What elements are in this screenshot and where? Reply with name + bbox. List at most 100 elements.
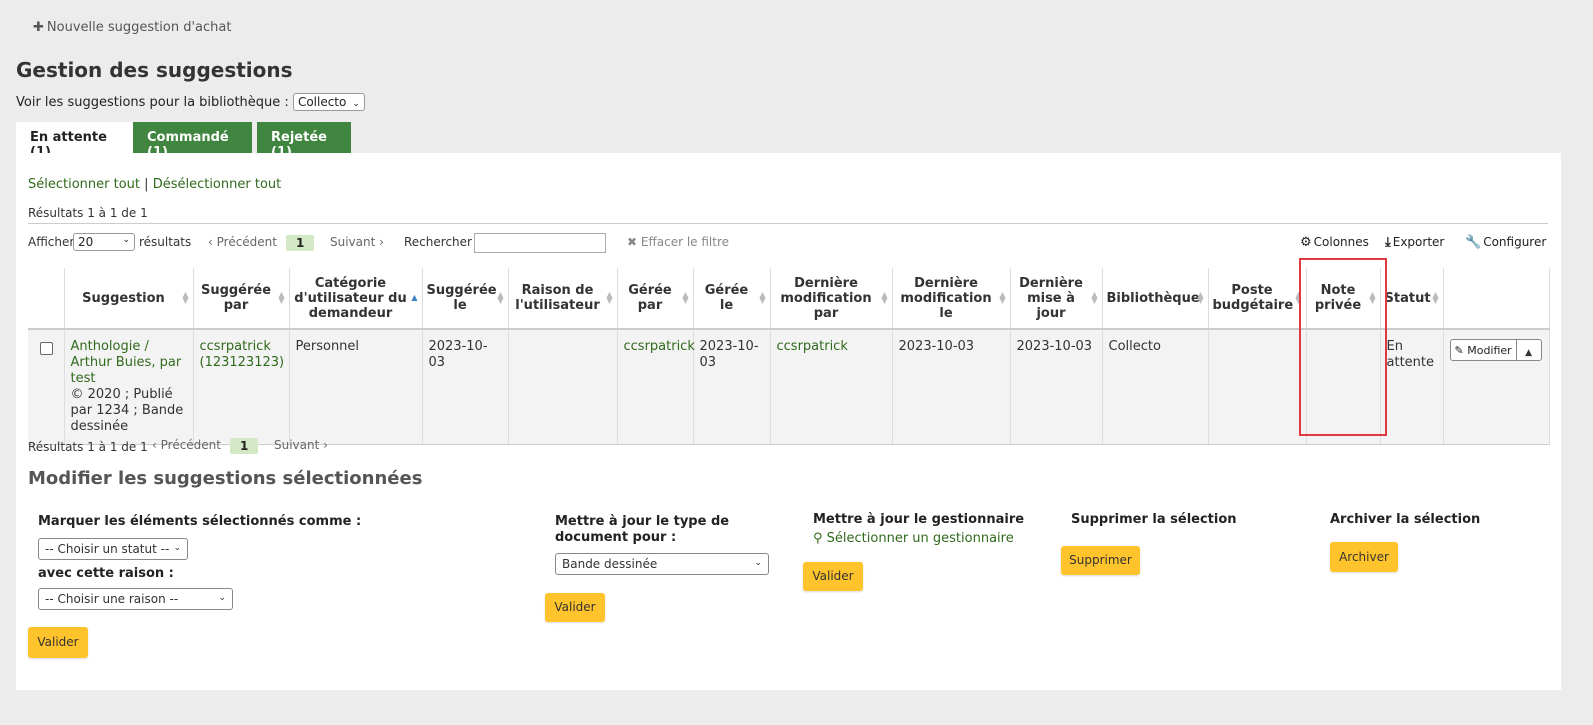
mark-as-label: Marquer les éléments sélectionnés comme … xyxy=(38,514,362,529)
column-header[interactable]: Note privée ▲ ▼ xyxy=(1306,268,1381,330)
budget-cell xyxy=(1208,329,1307,445)
private-note-cell xyxy=(1306,329,1381,445)
sort-ascending-icon: ▲ xyxy=(411,293,418,302)
new-suggestion-button[interactable]: ✚ Nouvelle suggestion d'achat xyxy=(33,20,231,35)
selection-links: Sélectionner tout | Désélectionner tout xyxy=(28,177,282,192)
caret-up-icon: ▲ xyxy=(1525,348,1533,358)
actions-cell: ✎ Modifier ▲ xyxy=(1443,329,1550,445)
download-icon: ⤓ xyxy=(1385,235,1391,250)
configure-button[interactable]: 🔧 Configurer xyxy=(1465,235,1546,250)
delete-label: Supprimer la sélection xyxy=(1071,512,1237,527)
gear-icon: ⚙ xyxy=(1300,235,1312,250)
column-header[interactable]: Catégorie d'utilisateur du demandeur ▲ xyxy=(289,268,423,330)
table-row: Anthologie / Arthur Buies, par test © 202… xyxy=(28,329,1550,445)
chevron-down-icon: ⌄ xyxy=(173,543,181,553)
delete-button[interactable]: Supprimer xyxy=(1061,546,1140,575)
column-header-actions xyxy=(1443,268,1550,330)
page-1-button[interactable]: 1 xyxy=(286,235,315,251)
sort-icon: ▲ ▼ xyxy=(682,290,689,305)
archive-button[interactable]: Archiver xyxy=(1330,542,1398,572)
validate-status-button[interactable]: Valider xyxy=(28,627,88,658)
suggested-on-cell: 2023-10-03 xyxy=(422,329,509,445)
last-modified-on-cell: 2023-10-03 xyxy=(892,329,1011,445)
previous-page-button[interactable]: ‹ Précédent xyxy=(208,235,277,249)
sort-icon: ▲ ▼ xyxy=(497,290,504,305)
column-header[interactable]: Dernière modification par ▲ ▼ xyxy=(770,268,893,330)
edit-button-group: ✎ Modifier ▲ xyxy=(1449,339,1542,361)
suggestion-cell: Anthologie / Arthur Buies, par test © 202… xyxy=(64,329,194,445)
last-modified-by-cell: ccsrpatrick xyxy=(770,329,893,445)
managed-by-link[interactable]: ccsrpatrick xyxy=(624,339,695,354)
close-icon: ✖ xyxy=(627,235,638,249)
last-modified-by-link[interactable]: ccsrpatrick xyxy=(777,339,848,354)
manager-label: Mettre à jour le gestionnaire xyxy=(813,512,1025,527)
results-label: résultats xyxy=(139,235,192,249)
column-header[interactable]: Statut ▲ ▼ xyxy=(1380,268,1444,330)
search-input[interactable] xyxy=(474,233,606,253)
column-header[interactable]: Dernière modification le ▲ ▼ xyxy=(892,268,1011,330)
search-label: Rechercher : xyxy=(404,235,480,249)
pencil-icon: ✎ xyxy=(1454,344,1464,357)
category-cell: Personnel xyxy=(289,329,423,445)
page-1-button-bottom[interactable]: 1 xyxy=(230,438,259,454)
select-all-link[interactable]: Sélectionner tout xyxy=(28,177,140,192)
chevron-down-icon: ⌄ xyxy=(754,558,762,568)
library-select[interactable]: Collecto ⌄ xyxy=(292,93,365,111)
page-size-select[interactable]: 20 ⌄ xyxy=(73,233,135,251)
edit-button[interactable]: ✎ Modifier xyxy=(1451,340,1517,360)
reason-select[interactable]: -- Choisir une raison -- ⌄ xyxy=(38,588,233,610)
column-header[interactable]: Dernière mise à jour ▲ ▼ xyxy=(1010,268,1103,330)
managed-by-cell: ccsrpatrick xyxy=(617,329,695,445)
column-header-select xyxy=(28,268,65,330)
status-cell: En attente xyxy=(1380,329,1444,445)
tab-rejected[interactable]: Rejetée (1) xyxy=(257,122,351,160)
previous-page-button-bottom[interactable]: ‹ Précédent xyxy=(152,438,221,452)
sort-icon: ▲ ▼ xyxy=(1432,290,1439,305)
show-label: Afficher xyxy=(28,235,75,249)
chevron-down-icon: ⌄ xyxy=(218,593,226,603)
status-select[interactable]: -- Choisir un statut -- ⌄ xyxy=(38,538,188,560)
bulk-edit-title: Modifier les suggestions sélectionnées xyxy=(28,468,423,489)
column-header[interactable]: Bibliothèque ▲ ▼ xyxy=(1102,268,1209,330)
select-manager-link[interactable]: ⚲ Sélectionner un gestionnaire xyxy=(813,531,1014,546)
sort-icon: ▲ ▼ xyxy=(1091,290,1098,305)
column-header[interactable]: Raison de l'utilisateur ▲ ▼ xyxy=(508,268,618,330)
suggestions-table: Suggestion ▲ ▼ Suggérée par ▲ ▼ Catégorie d'… xyxy=(28,268,1550,445)
library-cell: Collecto xyxy=(1102,329,1209,445)
suggestion-title-link[interactable]: Anthologie / Arthur Buies, par test xyxy=(71,339,182,386)
suggestions-panel: Sélectionner tout | Désélectionner tout … xyxy=(16,153,1561,690)
row-checkbox[interactable] xyxy=(40,342,53,355)
sort-icon: ▲ ▼ xyxy=(606,290,613,305)
column-header[interactable]: Suggérée le ▲ ▼ xyxy=(422,268,509,330)
actions-dropdown-button[interactable]: ▲ xyxy=(1517,340,1541,360)
row-select-cell xyxy=(28,329,65,445)
chevron-down-icon: ⌄ xyxy=(122,235,130,245)
column-header[interactable]: Poste budgétaire ▲ ▼ xyxy=(1208,268,1307,330)
plus-icon: ✚ xyxy=(33,20,44,35)
last-update-cell: 2023-10-03 xyxy=(1010,329,1103,445)
divider xyxy=(28,223,1548,224)
validate-manager-button[interactable]: Valider xyxy=(803,562,863,591)
columns-button[interactable]: ⚙ Colonnes xyxy=(1300,235,1369,250)
doc-type-label: Mettre à jour le type de document pour : xyxy=(555,514,730,545)
suggested-by-link[interactable]: ccsrpatrick (123123123) xyxy=(200,339,285,370)
library-filter: Voir les suggestions pour la bibliothèqu… xyxy=(16,93,365,111)
column-header[interactable]: Gérée le ▲ ▼ xyxy=(693,268,771,330)
export-button[interactable]: ⤓ Exporter xyxy=(1385,235,1444,250)
table-toolbar: Afficher 20 ⌄ résultats ‹ Précédent 1 Sui… xyxy=(28,233,1548,255)
column-header[interactable]: Gérée par ▲ ▼ xyxy=(617,268,694,330)
sort-icon: ▲ ▼ xyxy=(1369,290,1376,305)
results-info-bottom: Résultats 1 à 1 de 1 xyxy=(28,440,148,454)
next-page-button[interactable]: Suivant › xyxy=(330,235,384,249)
tab-ordered[interactable]: Commandé (1) xyxy=(133,122,252,160)
deselect-all-link[interactable]: Désélectionner tout xyxy=(153,177,282,192)
column-header[interactable]: Suggestion ▲ ▼ xyxy=(64,268,194,330)
sort-icon: ▲ ▼ xyxy=(182,290,189,305)
tab-pending[interactable]: En attente (1) xyxy=(16,122,133,160)
next-page-button-bottom[interactable]: Suivant › xyxy=(274,438,328,452)
validate-doc-type-button[interactable]: Valider xyxy=(545,593,605,622)
clear-filter-button[interactable]: ✖ Effacer le filtre xyxy=(627,235,729,249)
doc-type-select[interactable]: Bande dessinée ⌄ xyxy=(555,553,769,575)
column-header[interactable]: Suggérée par ▲ ▼ xyxy=(193,268,290,330)
reason-label: avec cette raison : xyxy=(38,566,174,581)
